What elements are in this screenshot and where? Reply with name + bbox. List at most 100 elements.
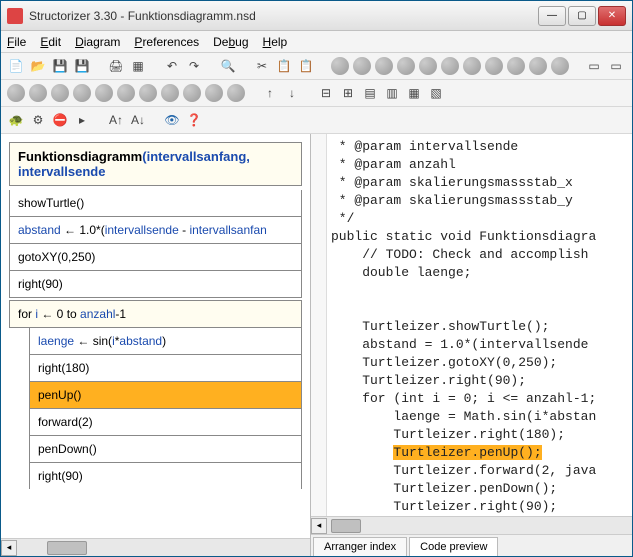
layout-2-icon[interactable]: ▥: [383, 84, 401, 102]
code-scroll-left-icon[interactable]: ◂: [311, 518, 327, 534]
move-up-icon[interactable]: ↑: [261, 84, 279, 102]
diagram-row-pendown[interactable]: penDown(): [29, 436, 302, 463]
tab-arranger[interactable]: Arranger index: [313, 537, 407, 556]
menu-preferences[interactable]: Preferences: [134, 35, 199, 49]
expand-icon[interactable]: ⊞: [339, 84, 357, 102]
undo-icon[interactable]: ↶: [163, 57, 181, 75]
diagram-canvas[interactable]: Funktionsdiagramm(intervallsanfang, inte…: [1, 134, 310, 538]
code-hscrollbar[interactable]: ◂: [311, 516, 632, 534]
layout-4-icon[interactable]: ▧: [427, 84, 445, 102]
element-instruction-icon[interactable]: [331, 57, 349, 75]
element-while-icon[interactable]: [419, 57, 437, 75]
diagram-row-gotoxy[interactable]: gotoXY(0,250): [9, 244, 302, 271]
element-parallel-icon[interactable]: [529, 57, 547, 75]
menu-debug[interactable]: Debug: [213, 35, 248, 49]
minimize-button[interactable]: —: [538, 6, 566, 26]
font-decrease-icon[interactable]: A↓: [129, 111, 147, 129]
layout-1-icon[interactable]: ▤: [361, 84, 379, 102]
element2-3-icon[interactable]: [51, 84, 69, 102]
app-icon: [7, 8, 23, 24]
diagram-for-body: laenge ← sin(i*abstand) right(180) penUp…: [29, 328, 302, 489]
code-pane: * @param intervallsende * @param anzahl …: [311, 134, 632, 556]
element-call-icon[interactable]: [485, 57, 503, 75]
collapse-icon[interactable]: ⊟: [317, 84, 335, 102]
diagram-row-abstand[interactable]: abstand ← 1.0*(intervallsende - interval…: [9, 217, 302, 244]
element-case-icon[interactable]: [375, 57, 393, 75]
insert-before-icon[interactable]: ▭: [585, 57, 603, 75]
diagram-row-right90b[interactable]: right(90): [29, 463, 302, 489]
window-controls: — ▢ ✕: [538, 6, 626, 26]
diagram-row-forward2[interactable]: forward(2): [29, 409, 302, 436]
diagram-row-right180[interactable]: right(180): [29, 355, 302, 382]
element2-5-icon[interactable]: [95, 84, 113, 102]
menubar: File Edit Diagram Preferences Debug Help: [1, 31, 632, 53]
element-for-icon[interactable]: [397, 57, 415, 75]
maximize-button[interactable]: ▢: [568, 6, 596, 26]
scroll-thumb[interactable]: [47, 541, 87, 555]
menu-help[interactable]: Help: [263, 35, 288, 49]
element-alternative-icon[interactable]: [353, 57, 371, 75]
menu-diagram[interactable]: Diagram: [75, 35, 120, 49]
save-all-icon[interactable]: 💾: [73, 57, 91, 75]
element2-1-icon[interactable]: [7, 84, 25, 102]
diagram-row-showturtle[interactable]: showTurtle(): [9, 190, 302, 217]
toolbar-row-3: 🐢 ⚙ ⛔ ▸ A↑ A↓ 👁 ❓: [1, 107, 632, 134]
cut-icon[interactable]: ✂: [253, 57, 271, 75]
layout-3-icon[interactable]: ▦: [405, 84, 423, 102]
menu-edit[interactable]: Edit: [40, 35, 61, 49]
toolbar-row-2: ↑ ↓ ⊟ ⊞ ▤ ▥ ▦ ▧: [1, 80, 632, 107]
insert-after-icon[interactable]: ▭: [607, 57, 625, 75]
debug-stop-icon[interactable]: ⛔: [51, 111, 69, 129]
print-icon[interactable]: 🖨: [107, 57, 125, 75]
element2-6-icon[interactable]: [117, 84, 135, 102]
element2-11-icon[interactable]: [227, 84, 245, 102]
open-file-icon[interactable]: 📂: [29, 57, 47, 75]
diagram-hscrollbar[interactable]: ◂: [1, 538, 310, 556]
element-forever-icon[interactable]: [463, 57, 481, 75]
close-button[interactable]: ✕: [598, 6, 626, 26]
turtle-icon[interactable]: 🐢: [7, 111, 25, 129]
element2-4-icon[interactable]: [73, 84, 91, 102]
view-icon[interactable]: 👁: [163, 111, 181, 129]
redo-icon[interactable]: ↷: [185, 57, 203, 75]
gear-icon[interactable]: ⚙: [29, 111, 47, 129]
code-gutter: [311, 134, 327, 516]
element-repeat-icon[interactable]: [441, 57, 459, 75]
scroll-left-icon[interactable]: ◂: [1, 540, 17, 556]
element2-9-icon[interactable]: [183, 84, 201, 102]
element-try-icon[interactable]: [551, 57, 569, 75]
code-scroll-thumb[interactable]: [331, 519, 361, 533]
code-content: * @param intervallsende * @param anzahl …: [331, 138, 632, 516]
diagram-row-penup[interactable]: penUp(): [29, 382, 302, 409]
save-icon[interactable]: 💾: [51, 57, 69, 75]
element2-2-icon[interactable]: [29, 84, 47, 102]
diagram-title: Funktionsdiagramm: [18, 149, 142, 164]
app-window: Structorizer 3.30 - Funktionsdiagramm.ns…: [0, 0, 633, 557]
titlebar: Structorizer 3.30 - Funktionsdiagramm.ns…: [1, 1, 632, 31]
export-icon[interactable]: ▦: [129, 57, 147, 75]
font-increase-icon[interactable]: A↑: [107, 111, 125, 129]
code-area[interactable]: * @param intervallsende * @param anzahl …: [311, 134, 632, 516]
element-jump-icon[interactable]: [507, 57, 525, 75]
find-icon[interactable]: 🔍: [219, 57, 237, 75]
help-icon[interactable]: ❓: [185, 111, 203, 129]
element2-10-icon[interactable]: [205, 84, 223, 102]
diagram-row-laenge[interactable]: laenge ← sin(i*abstand): [29, 328, 302, 355]
menu-file[interactable]: File: [7, 35, 26, 49]
content-area: Funktionsdiagramm(intervallsanfang, inte…: [1, 134, 632, 556]
code-tabs: Arranger index Code preview: [311, 534, 632, 556]
step-icon[interactable]: ▸: [73, 111, 91, 129]
new-file-icon[interactable]: 📄: [7, 57, 25, 75]
code-highlight: Turtleizer.penUp();: [393, 445, 541, 460]
diagram-header[interactable]: Funktionsdiagramm(intervallsanfang, inte…: [9, 142, 302, 186]
diagram-pane: Funktionsdiagramm(intervallsanfang, inte…: [1, 134, 311, 556]
paste-icon[interactable]: 📋: [297, 57, 315, 75]
diagram-row-right90[interactable]: right(90): [9, 271, 302, 298]
copy-icon[interactable]: 📋: [275, 57, 293, 75]
tab-code-preview[interactable]: Code preview: [409, 537, 498, 556]
element2-7-icon[interactable]: [139, 84, 157, 102]
element2-8-icon[interactable]: [161, 84, 179, 102]
window-title: Structorizer 3.30 - Funktionsdiagramm.ns…: [29, 9, 538, 23]
diagram-row-for[interactable]: for i ← 0 to anzahl-1: [9, 300, 302, 328]
move-down-icon[interactable]: ↓: [283, 84, 301, 102]
